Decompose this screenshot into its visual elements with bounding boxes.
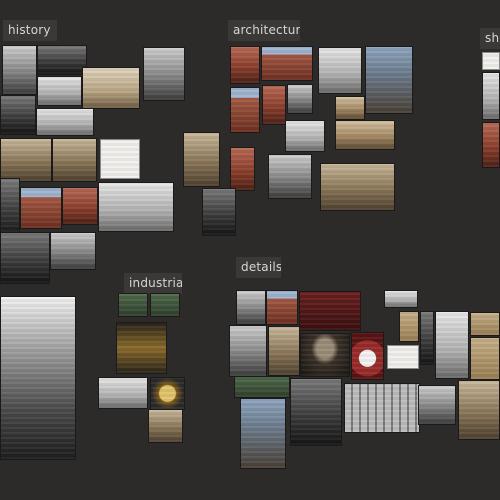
cluster-label-architecture[interactable]: architecture (228, 20, 300, 41)
history-photo-thumbnail[interactable] (36, 108, 94, 136)
architecture-photo-thumbnail[interactable] (335, 120, 395, 150)
details-photo-thumbnail[interactable] (300, 333, 350, 377)
industrial-photo-thumbnail[interactable] (148, 409, 183, 443)
details-photo-thumbnail[interactable] (268, 326, 300, 376)
history-photo-thumbnail[interactable] (0, 138, 52, 182)
details-photo-thumbnail[interactable] (229, 325, 267, 377)
history-photo-thumbnail[interactable] (98, 182, 174, 232)
history-photo-thumbnail[interactable] (2, 45, 37, 95)
architecture-photo-thumbnail[interactable] (230, 87, 260, 133)
architecture-photo-thumbnail[interactable] (335, 96, 365, 120)
details-photo-thumbnail[interactable] (234, 376, 290, 398)
industrial-photo-thumbnail[interactable] (0, 296, 76, 460)
architecture-photo-thumbnail[interactable] (230, 46, 260, 84)
details-photo-thumbnail[interactable] (266, 290, 298, 325)
details-photo-thumbnail[interactable] (351, 332, 384, 380)
details-photo-thumbnail[interactable] (344, 383, 420, 433)
partial-photo-thumbnail[interactable] (482, 72, 500, 120)
architecture-photo-thumbnail[interactable] (287, 84, 313, 114)
moodboard-canvas[interactable]: history architecture sha industrial deta… (0, 0, 500, 500)
architecture-photo-thumbnail[interactable] (262, 85, 286, 125)
architecture-photo-thumbnail[interactable] (202, 188, 236, 236)
partial-photo-thumbnail[interactable] (482, 52, 500, 70)
history-photo-thumbnail[interactable] (37, 76, 82, 106)
details-photo-thumbnail[interactable] (420, 311, 434, 365)
industrial-photo-thumbnail[interactable] (98, 377, 148, 409)
cluster-label-partial[interactable]: sha (480, 28, 500, 49)
details-photo-thumbnail[interactable] (299, 291, 361, 331)
industrial-photo-thumbnail[interactable] (118, 293, 148, 317)
architecture-photo-thumbnail[interactable] (183, 132, 220, 187)
cluster-label-details[interactable]: details (236, 257, 281, 278)
details-photo-thumbnail[interactable] (384, 290, 418, 308)
partial-photo-thumbnail[interactable] (482, 122, 500, 168)
details-photo-thumbnail[interactable] (236, 290, 266, 325)
architecture-photo-thumbnail[interactable] (318, 47, 362, 94)
cluster-label-history[interactable]: history (3, 20, 57, 41)
details-photo-thumbnail[interactable] (290, 378, 342, 446)
history-photo-thumbnail[interactable] (0, 95, 36, 135)
architecture-photo-thumbnail[interactable] (320, 163, 395, 211)
details-photo-thumbnail[interactable] (240, 398, 286, 469)
details-photo-thumbnail[interactable] (418, 385, 456, 425)
history-photo-thumbnail[interactable] (20, 187, 62, 229)
details-photo-thumbnail[interactable] (470, 312, 500, 336)
history-photo-thumbnail[interactable] (100, 139, 140, 179)
industrial-photo-thumbnail[interactable] (150, 377, 185, 410)
history-photo-thumbnail[interactable] (0, 232, 50, 284)
architecture-photo-thumbnail[interactable] (365, 46, 413, 114)
history-photo-thumbnail[interactable] (52, 138, 97, 182)
history-photo-thumbnail[interactable] (0, 178, 20, 238)
industrial-photo-thumbnail[interactable] (116, 322, 167, 374)
history-photo-thumbnail[interactable] (50, 232, 96, 270)
details-photo-thumbnail[interactable] (399, 311, 419, 342)
details-photo-thumbnail[interactable] (458, 380, 500, 440)
history-photo-thumbnail[interactable] (143, 47, 185, 101)
history-photo-thumbnail[interactable] (62, 187, 98, 225)
architecture-photo-thumbnail[interactable] (230, 147, 255, 191)
history-photo-thumbnail[interactable] (82, 67, 140, 109)
architecture-photo-thumbnail[interactable] (268, 154, 312, 199)
industrial-photo-thumbnail[interactable] (150, 293, 180, 317)
details-photo-thumbnail[interactable] (387, 345, 419, 369)
architecture-photo-thumbnail[interactable] (261, 46, 313, 81)
cluster-label-industrial[interactable]: industrial (124, 273, 182, 294)
details-photo-thumbnail[interactable] (470, 337, 500, 380)
details-photo-thumbnail[interactable] (435, 311, 469, 379)
history-photo-thumbnail[interactable] (37, 45, 87, 75)
architecture-photo-thumbnail[interactable] (285, 120, 325, 152)
